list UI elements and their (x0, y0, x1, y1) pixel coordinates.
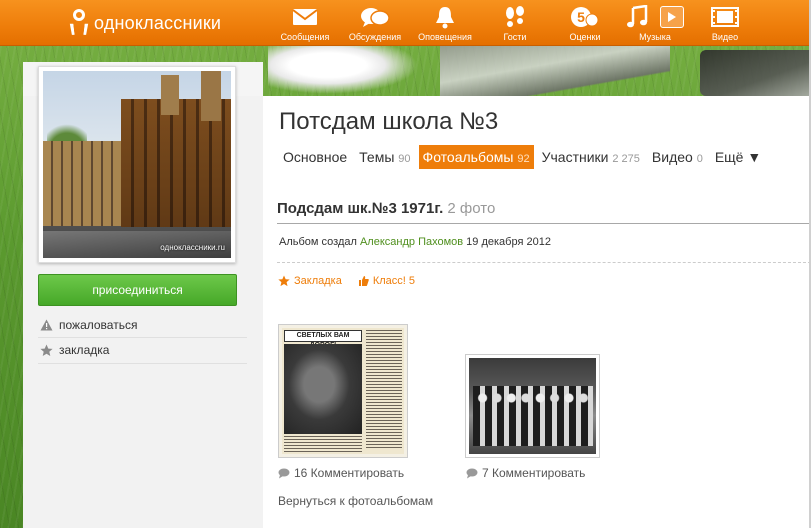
site-logo[interactable]: одноклассники (69, 8, 222, 38)
tab-more[interactable]: Ещё ▼ (711, 145, 765, 169)
speech-bubbles-icon (340, 5, 410, 29)
nav-discussions[interactable]: Обсуждения (340, 5, 410, 42)
bookmark-link[interactable]: закладка (40, 343, 109, 357)
tab-count: 90 (398, 153, 411, 165)
nav-label: Обсуждения (348, 32, 402, 42)
nav-label: Оценки (569, 32, 601, 42)
nav-video[interactable]: Видео (690, 5, 760, 42)
report-link[interactable]: пожаловаться (40, 318, 137, 332)
group-tabs: Основное Темы 90 Фотоальбомы 92 Участник… (279, 145, 769, 169)
top-nav: Сообщения Обсуждения Оповещения Гости 5 … (270, 5, 760, 42)
group-title: Потсдам школа №3 (279, 108, 499, 135)
author-link[interactable]: Александр Пахомов (360, 236, 463, 248)
star-icon (278, 275, 290, 287)
album-actions: Закладка Класс! 5 (278, 275, 415, 287)
tab-count: 92 (517, 153, 530, 165)
nav-music[interactable]: Музыка (620, 5, 690, 42)
album-date: 19 декабря 2012 (466, 236, 551, 248)
tab-topics[interactable]: Темы 90 (355, 145, 414, 169)
photo-comments-link[interactable]: 7 Комментировать (466, 466, 585, 480)
warning-icon (40, 319, 53, 331)
back-to-albums-link[interactable]: Вернуться к фотоальбомам (278, 494, 433, 508)
nav-notifications[interactable]: Оповещения (410, 5, 480, 42)
album-bookmark-button[interactable]: Закладка (278, 275, 342, 287)
tab-count: 2 275 (612, 153, 640, 165)
album-photo-count: 2 фото (447, 200, 496, 217)
thumbs-up-icon (358, 276, 369, 286)
nav-label: Гости (503, 32, 527, 42)
nav-messages[interactable]: Сообщения (270, 5, 340, 42)
play-icon[interactable] (660, 6, 684, 28)
album-title: Подсдам шк.№3 1971г. 2 фото (277, 200, 496, 217)
bookmark-label: закладка (59, 343, 110, 357)
group-avatar[interactable]: одноклассники.ru (38, 66, 236, 263)
sidebar-divider (38, 363, 247, 364)
dashed-divider (277, 262, 811, 263)
sidebar-divider (38, 337, 247, 338)
top-bar: одноклассники Сообщения Обсуждения Опове… (0, 0, 811, 46)
photo-comments-link[interactable]: 16 Комментировать (278, 466, 404, 480)
site-name: одноклассники (94, 12, 222, 33)
join-button[interactable]: присоединиться (38, 274, 237, 306)
bell-icon (410, 5, 480, 29)
comment-icon (278, 468, 290, 478)
tab-video[interactable]: Видео 0 (648, 145, 707, 169)
footprints-icon (480, 5, 550, 29)
album-author-line: Альбом создал Александр Пахомов 19 декаб… (279, 236, 551, 248)
background-phone (700, 50, 811, 96)
newspaper-header: СВЕТЛЫХ ВАМ ДОРОГ! (284, 330, 362, 349)
music-note-icon (627, 5, 648, 28)
album-photo-newspaper[interactable]: СВЕТЛЫХ ВАМ ДОРОГ! (278, 324, 408, 458)
nav-label: Сообщения (280, 32, 330, 42)
album-title-rule (277, 223, 811, 224)
film-icon (690, 5, 760, 29)
tab-photo-albums[interactable]: Фотоальбомы 92 (418, 145, 534, 169)
rating-5-icon: 5 (550, 5, 620, 29)
album-klass-button[interactable]: Класс! 5 (358, 275, 415, 287)
album-photo-class[interactable] (465, 354, 600, 458)
svg-text:5: 5 (577, 9, 585, 25)
report-label: пожаловаться (59, 318, 138, 332)
tab-main[interactable]: Основное (279, 145, 351, 169)
comment-icon (466, 468, 478, 478)
envelope-icon (270, 5, 340, 29)
nav-label: Видео (711, 32, 739, 42)
background-racket (440, 46, 670, 98)
tab-count: 0 (696, 153, 703, 165)
nav-label: Музыка (639, 32, 671, 42)
nav-ratings[interactable]: 5 Оценки (550, 5, 620, 42)
star-icon (40, 344, 53, 356)
ok-logo-icon (69, 9, 89, 37)
background-shuttlecock (268, 46, 418, 94)
nav-guests[interactable]: Гости (480, 5, 550, 42)
nav-label: Оповещения (418, 32, 472, 42)
avatar-watermark: одноклассники.ru (160, 243, 225, 252)
tab-members[interactable]: Участники 2 275 (538, 145, 644, 169)
group-avatar-image: одноклассники.ru (43, 71, 231, 258)
